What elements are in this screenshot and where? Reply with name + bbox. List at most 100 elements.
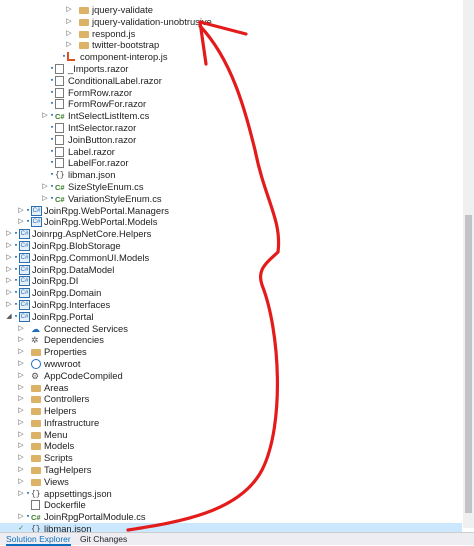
- folder-icon: [31, 408, 41, 416]
- tree-item[interactable]: ◢ ▪ C# JoinRpg.Portal: [0, 311, 462, 323]
- tree-item[interactable]: ▷ TagHelpers: [0, 464, 462, 476]
- expand-arrow-icon[interactable]: ▷: [17, 346, 25, 358]
- expand-arrow-icon[interactable]: ▷: [65, 16, 73, 28]
- tree-item[interactable]: ▪ IntSelector.razor: [0, 122, 462, 134]
- expand-arrow-icon[interactable]: ▷: [17, 417, 25, 429]
- tree-item[interactable]: ▷ respond.js: [0, 28, 462, 40]
- tree-item[interactable]: ▷ ▪ C# JoinRpg.BlobStorage: [0, 240, 462, 252]
- expand-arrow-icon[interactable]: ▷: [17, 323, 25, 335]
- folder-icon: [79, 18, 89, 26]
- tree-item-label: Connected Services: [44, 322, 128, 334]
- tree-item[interactable]: ▷ twitter-bootstrap: [0, 39, 462, 51]
- expand-arrow-icon[interactable]: ▷: [17, 452, 25, 464]
- tree-item[interactable]: ▷ ▪ C# JoinRpg.WebPortal.Models: [0, 216, 462, 228]
- tree-item[interactable]: ▷ ▪ C# VariationStyleEnum.cs: [0, 193, 462, 205]
- tree-item-label: Label.razor: [68, 145, 115, 157]
- tree-item[interactable]: ▷ jquery-validate: [0, 4, 462, 16]
- expand-arrow-icon[interactable]: ▷: [17, 476, 25, 488]
- tree-item[interactable]: ▷ Infrastructure: [0, 417, 462, 429]
- tree-item[interactable]: ▪ component-interop.js: [0, 51, 462, 63]
- tree-item[interactable]: ▷ Views: [0, 476, 462, 488]
- tree-item-label: twitter-bootstrap: [92, 39, 160, 51]
- tree-item-label: JoinRpgPortalModule.cs: [44, 511, 146, 523]
- folder-icon: [31, 419, 41, 427]
- tree-item-label: appsettings.json: [44, 487, 112, 499]
- expand-arrow-icon[interactable]: ▷: [65, 28, 73, 40]
- tree-item-label: IntSelector.razor: [68, 121, 137, 133]
- tree-item-label: TagHelpers: [44, 464, 92, 476]
- tree-item[interactable]: ▷ ▪ C# JoinRpg.Domain: [0, 287, 462, 299]
- expand-arrow-icon[interactable]: ▷: [65, 4, 73, 16]
- tree-item[interactable]: ▷ ▪{} appsettings.json: [0, 488, 462, 500]
- tree-item[interactable]: ▷ ▪ C# IntSelectListItem.cs: [0, 110, 462, 122]
- expand-arrow-icon[interactable]: ▷: [17, 393, 25, 405]
- tree-item[interactable]: ▷ Areas: [0, 382, 462, 394]
- tree-item[interactable]: ▪ FormRowFor.razor: [0, 98, 462, 110]
- tab-git-changes[interactable]: Git Changes: [80, 534, 127, 544]
- tree-item-label: FormRow.razor: [68, 86, 133, 98]
- tree-item[interactable]: ▷ ▪ C# JoinRpg.WebPortal.Managers: [0, 205, 462, 217]
- expand-arrow-icon[interactable]: ▷: [17, 334, 25, 346]
- expand-arrow-icon[interactable]: ▷: [65, 39, 73, 51]
- tree-item[interactable]: ▷ ▪ C# JoinRpg.CommonUI.Models: [0, 252, 462, 264]
- razor-file-icon: [55, 122, 64, 133]
- tree-item[interactable]: ▷ jquery-validation-unobtrusive: [0, 16, 462, 28]
- folder-icon: [31, 396, 41, 404]
- project-icon: C#: [19, 229, 30, 240]
- tree-item[interactable]: ▪ FormRow.razor: [0, 87, 462, 99]
- tree-item-label: JoinRpg.WebPortal.Managers: [44, 204, 169, 216]
- project-icon: C#: [31, 217, 42, 228]
- tree-item[interactable]: ▷ Scripts: [0, 452, 462, 464]
- tree-item-label: JoinRpg.Domain: [32, 287, 102, 299]
- tree-item[interactable]: ▷ ▪ C# JoinRpg.DI: [0, 275, 462, 287]
- tree-item[interactable]: ▷ Properties: [0, 346, 462, 358]
- tree-item[interactable]: ▪ ConditionalLabel.razor: [0, 75, 462, 87]
- json-file-icon: {}: [55, 171, 65, 181]
- tree-item[interactable]: Dockerfile: [0, 499, 462, 511]
- tree-item[interactable]: ▪ LabelFor.razor: [0, 157, 462, 169]
- expand-arrow-icon[interactable]: ▷: [17, 370, 25, 382]
- tree-item-label: AppCodeCompiled: [44, 369, 123, 381]
- razor-file-icon: [55, 63, 64, 74]
- expand-arrow-icon[interactable]: ▷: [17, 358, 25, 370]
- tree-item-label: jquery-validate: [92, 4, 153, 15]
- tree-item[interactable]: ▷ ☁ Connected Services: [0, 323, 462, 335]
- tree-item-label: VariationStyleEnum.cs: [68, 192, 162, 204]
- tree-item-label: Properties: [44, 346, 87, 358]
- project-icon: C#: [19, 288, 30, 299]
- scrollbar-thumb[interactable]: [465, 215, 472, 513]
- tree-item[interactable]: ▷ ▪ C# JoinRpg.Interfaces: [0, 299, 462, 311]
- tree-item[interactable]: ▪ _Imports.razor: [0, 63, 462, 75]
- project-icon: C#: [19, 311, 30, 322]
- expand-arrow-icon[interactable]: ▷: [17, 464, 25, 476]
- tree-item[interactable]: ▷ Models: [0, 440, 462, 452]
- tree-item[interactable]: ▷ Controllers: [0, 393, 462, 405]
- tree-item[interactable]: ▷ ▪ C# JoinRpg.DataModel: [0, 264, 462, 276]
- web-globe-icon: [31, 358, 41, 369]
- tree-item[interactable]: ▷ ✲ Dependencies: [0, 334, 462, 346]
- tree-item[interactable]: ▷ wwwroot: [0, 358, 462, 370]
- razor-file-icon: [55, 146, 64, 157]
- folder-icon: [31, 431, 41, 439]
- tree-item[interactable]: ▷ ▪ C# Joinrpg.AspNetCore.Helpers: [0, 228, 462, 240]
- tree-item[interactable]: ▷ ⚙ AppCodeCompiled: [0, 370, 462, 382]
- dependencies-icon: ✲: [31, 335, 39, 346]
- expand-arrow-icon[interactable]: ▷: [17, 382, 25, 394]
- expand-arrow-icon[interactable]: ▷: [17, 429, 25, 441]
- tree-item[interactable]: ▷ Menu: [0, 429, 462, 441]
- tree-item[interactable]: ▪{} libman.json: [0, 169, 462, 181]
- tree-item[interactable]: ▷ ▪ C# JoinRpgPortalModule.cs: [0, 511, 462, 523]
- expand-arrow-icon[interactable]: ▷: [17, 405, 25, 417]
- folder-icon: [31, 455, 41, 463]
- tree-item[interactable]: ▷ ▪ C# SizeStyleEnum.cs: [0, 181, 462, 193]
- tree-item[interactable]: ▪ Label.razor: [0, 146, 462, 158]
- tree-item-label: JoinRpg.CommonUI.Models: [32, 251, 150, 263]
- tree-item[interactable]: ▷ Helpers: [0, 405, 462, 417]
- folder-icon: [31, 443, 41, 451]
- tree-item-label: respond.js: [92, 27, 136, 39]
- tab-solution-explorer[interactable]: Solution Explorer: [6, 534, 71, 546]
- vertical-scrollbar[interactable]: [463, 0, 474, 528]
- project-icon: C#: [31, 205, 42, 216]
- tree-item[interactable]: ▪ JoinButton.razor: [0, 134, 462, 146]
- expand-arrow-icon[interactable]: ▷: [17, 440, 25, 452]
